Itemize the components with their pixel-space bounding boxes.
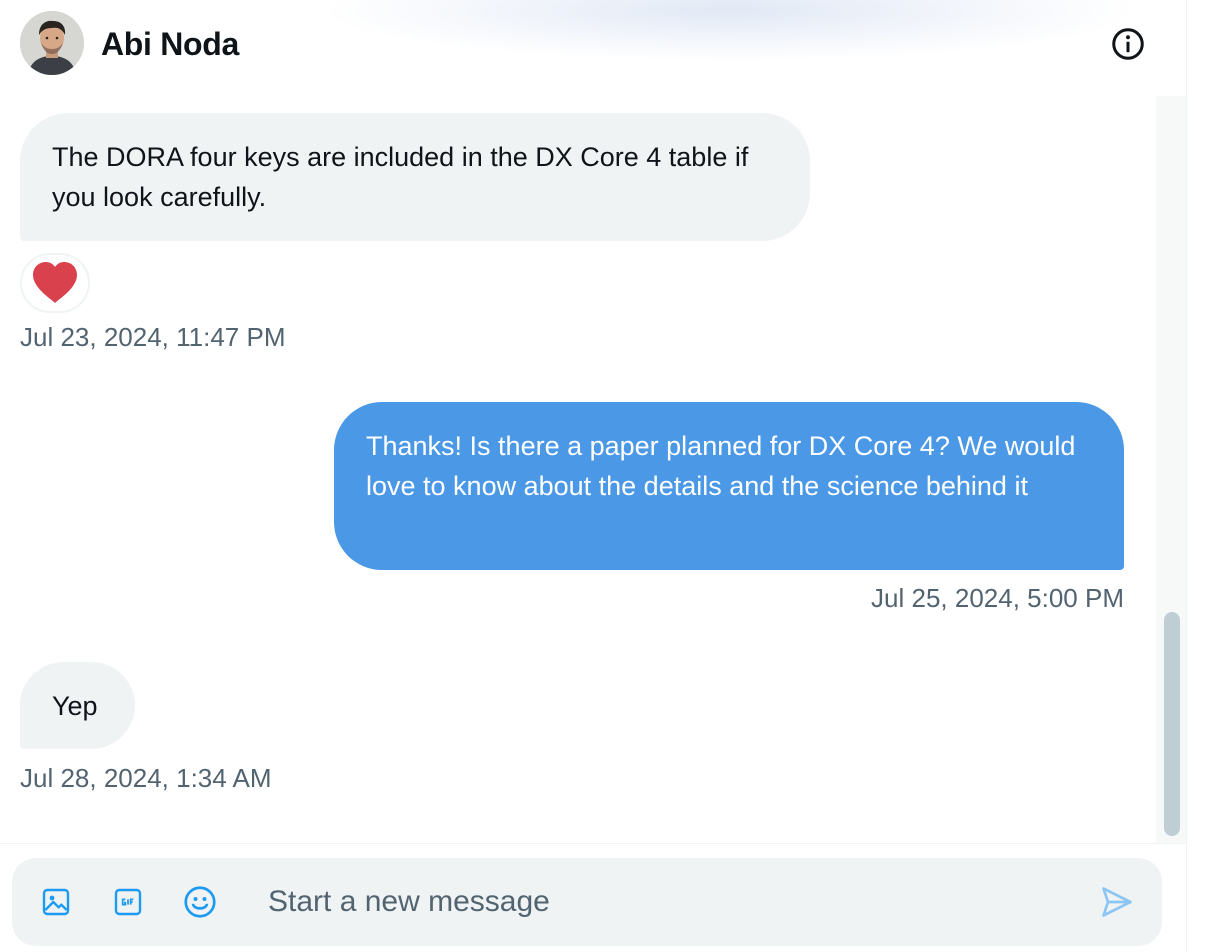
info-icon <box>1112 28 1144 60</box>
message-timestamp: Jul 28, 2024, 1:34 AM <box>20 763 272 793</box>
composer-divider <box>0 843 1186 844</box>
panel-divider <box>1186 0 1187 952</box>
send-icon <box>1102 887 1132 917</box>
message-bubble-incoming[interactable]: The DORA four keys are included in the D… <box>20 113 810 241</box>
message-bubble-incoming[interactable]: Yep <box>20 662 135 749</box>
send-button[interactable] <box>1095 880 1139 924</box>
message-input[interactable]: Start a new message <box>268 884 550 920</box>
message-composer: Start a new message <box>12 858 1162 946</box>
message-timestamp: Jul 25, 2024, 5:00 PM <box>871 583 1124 613</box>
image-icon <box>42 888 70 916</box>
scrollbar-thumb[interactable] <box>1164 612 1180 836</box>
add-gif-button[interactable] <box>106 880 150 924</box>
conversation-header: Abi Noda <box>0 0 1186 88</box>
contact-name[interactable]: Abi Noda <box>101 24 239 64</box>
avatar[interactable] <box>20 11 84 75</box>
info-button[interactable] <box>1106 22 1150 66</box>
add-emoji-button[interactable] <box>178 880 222 924</box>
add-media-button[interactable] <box>34 880 78 924</box>
message-timestamp: Jul 23, 2024, 11:47 PM <box>20 322 286 352</box>
heart-reaction[interactable] <box>20 253 90 313</box>
gif-icon <box>114 888 142 916</box>
emoji-icon <box>184 886 216 918</box>
heart-icon <box>33 262 77 303</box>
message-bubble-outgoing[interactable]: Thanks! Is there a paper planned for DX … <box>334 402 1124 570</box>
